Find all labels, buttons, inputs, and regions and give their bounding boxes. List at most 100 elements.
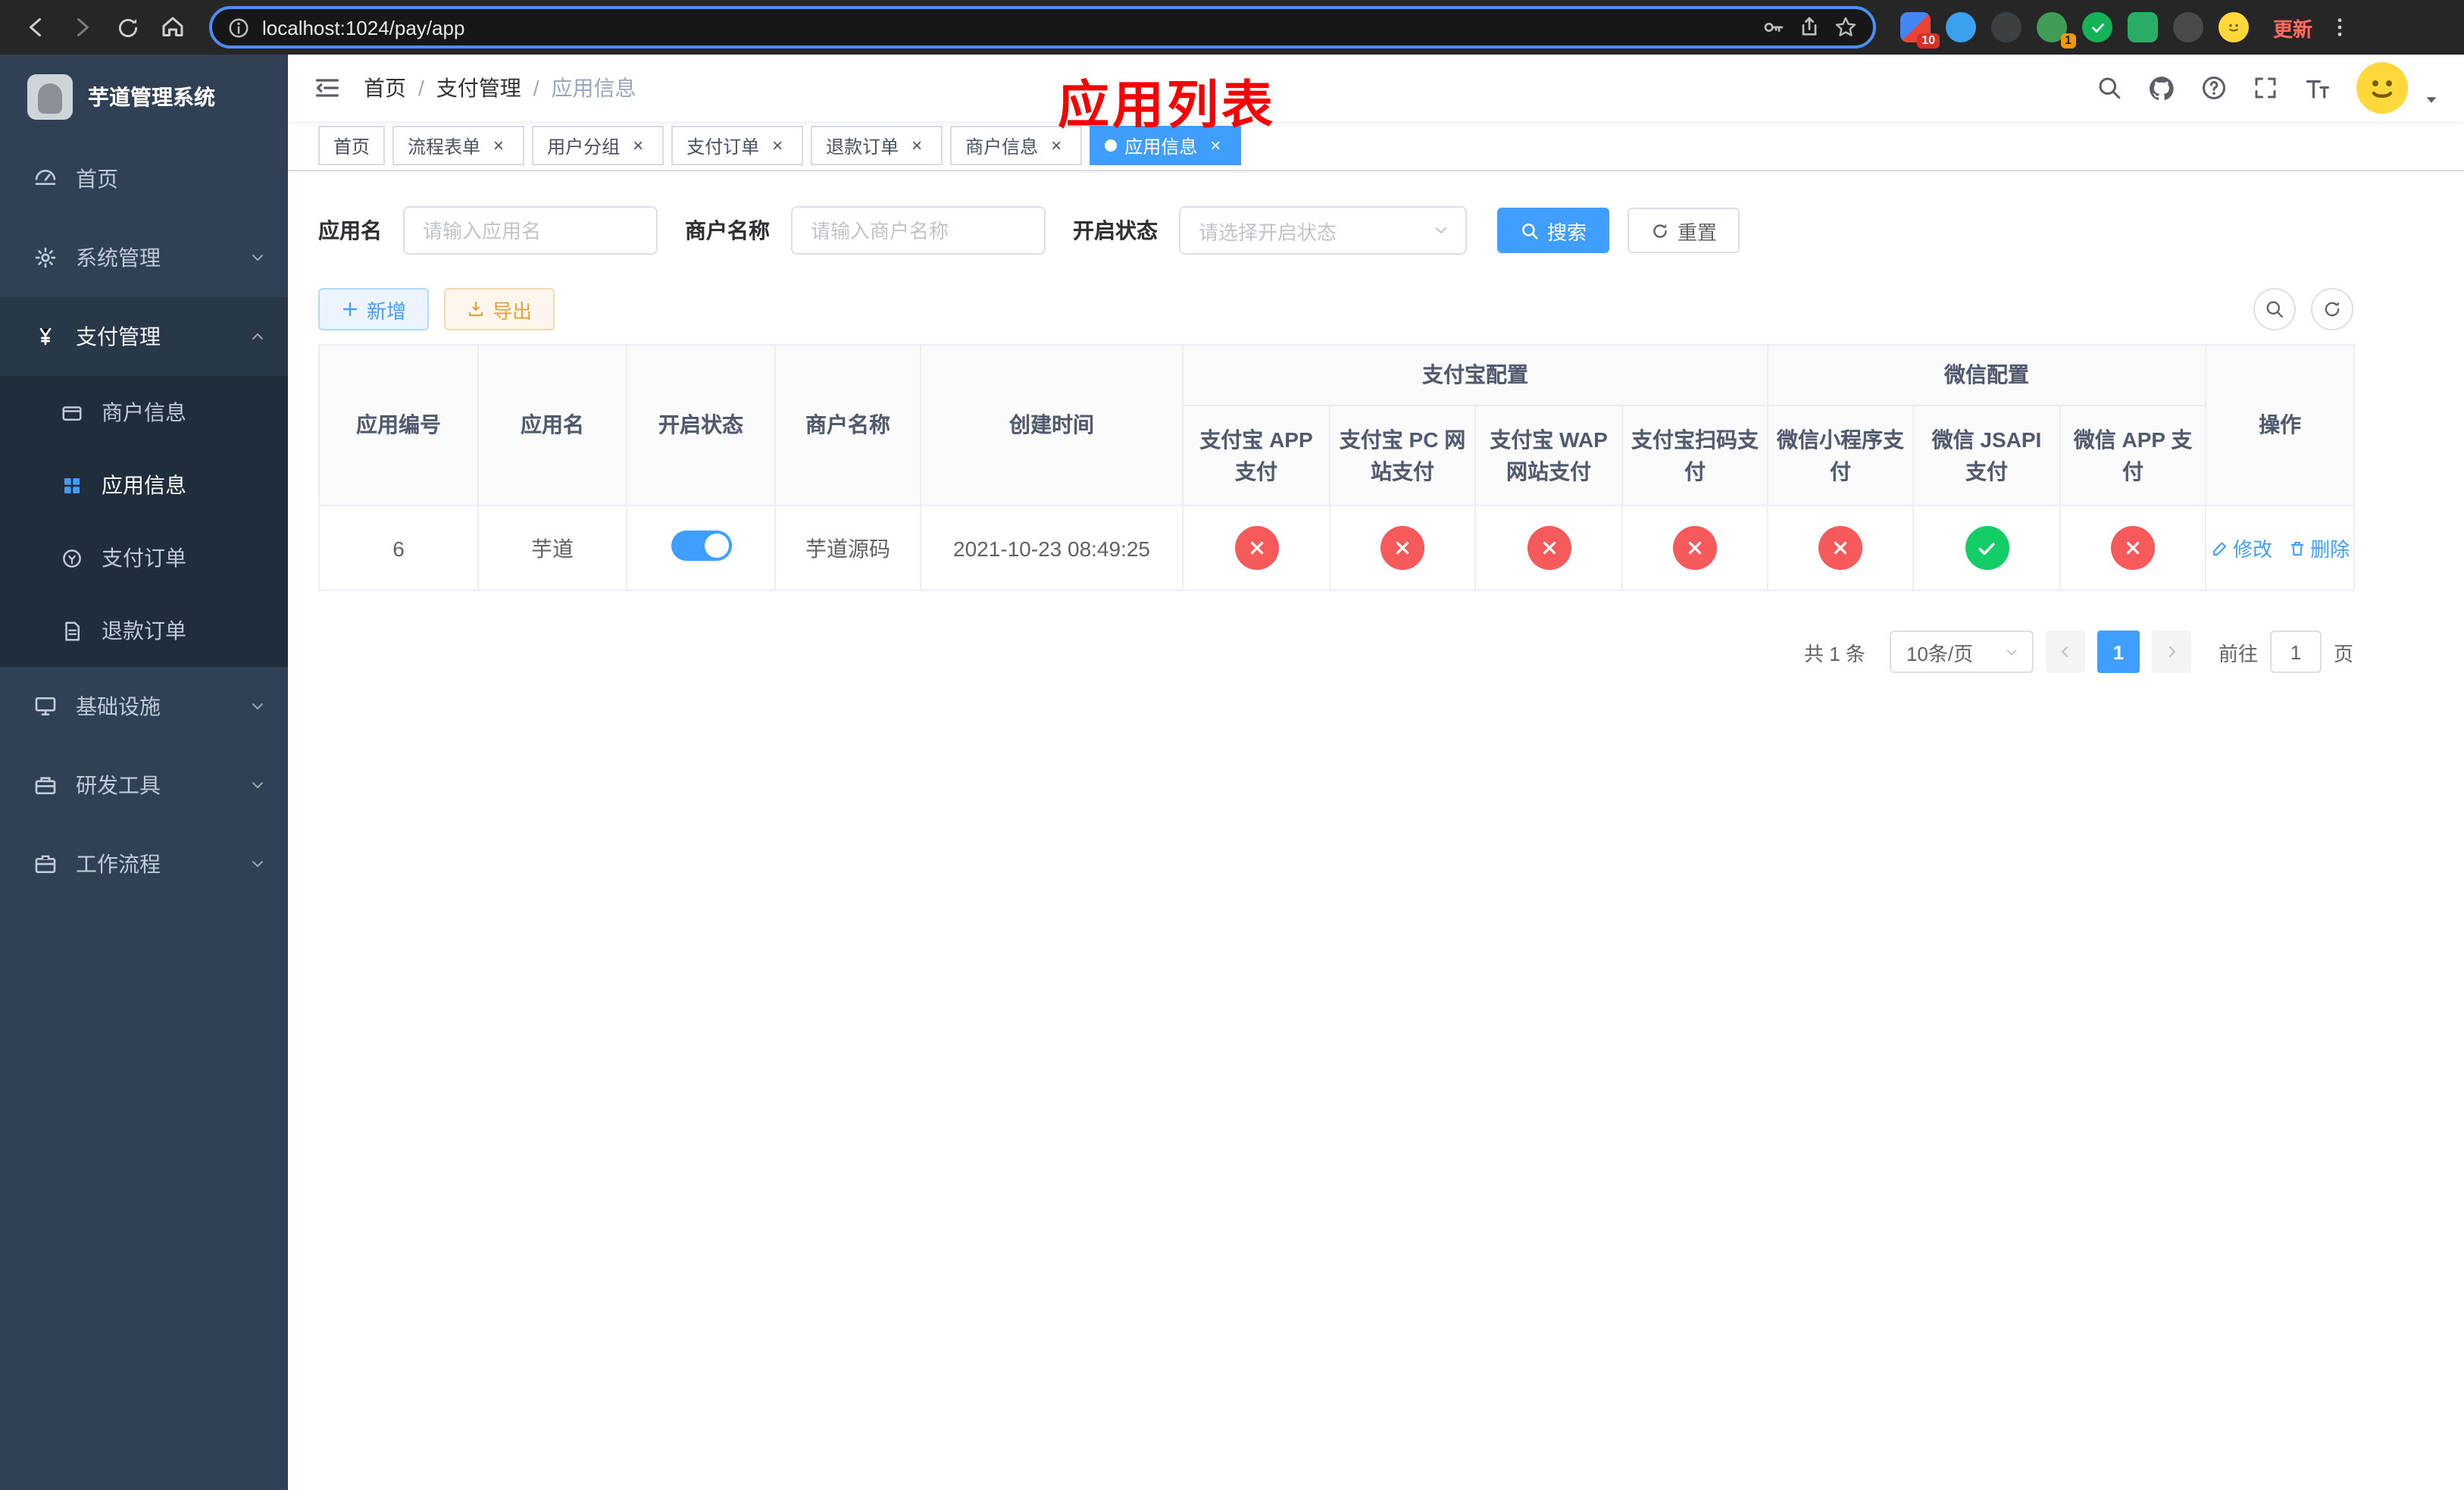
- url-text[interactable]: localhost:1024/pay/app: [262, 16, 1749, 39]
- address-bar[interactable]: localhost:1024/pay/app: [209, 6, 1876, 49]
- site-info-icon[interactable]: [227, 16, 250, 39]
- extension-avatar-icon[interactable]: 1: [2037, 12, 2076, 49]
- share-icon[interactable]: [1797, 15, 1821, 39]
- refresh-button[interactable]: [2311, 288, 2353, 330]
- app-table: 应用编号 应用名 开启状态 商户名称 创建时间 支付宝配置 微信配置 操作 支付…: [318, 344, 2356, 591]
- enabled-icon: [1965, 526, 2009, 570]
- tab-process-form[interactable]: 流程表单 ×: [392, 126, 525, 165]
- sidebar-item-merchant-info[interactable]: 商户信息: [0, 376, 288, 449]
- sidebar-item-home[interactable]: 首页: [0, 139, 288, 218]
- sidebar-item-pay-order[interactable]: 支付订单: [0, 521, 288, 594]
- export-button[interactable]: 导出: [444, 288, 555, 330]
- col-wechat-jsapi: 微信 JSAPI 支付: [1912, 405, 2061, 506]
- extension-knot-icon[interactable]: [2173, 12, 2203, 42]
- app-name-input[interactable]: [403, 206, 658, 255]
- header-search-icon[interactable]: [2096, 74, 2123, 102]
- prev-page-button[interactable]: [2045, 631, 2085, 673]
- edit-link[interactable]: 修改: [2210, 534, 2272, 562]
- page-size-select[interactable]: 10条/页: [1889, 631, 2034, 673]
- github-icon[interactable]: [2147, 74, 2176, 102]
- bookmark-star-icon[interactable]: [1834, 15, 1858, 39]
- add-button[interactable]: 新增: [318, 288, 430, 330]
- close-icon[interactable]: ×: [1046, 135, 1067, 156]
- cell-wechat-jsapi: [1912, 505, 2061, 591]
- table-row: 6 芋道 芋道源码 2021-10-23 08:49:25 修改 删除: [318, 505, 2356, 591]
- cell-app-name: 芋道: [477, 505, 627, 591]
- font-size-icon[interactable]: [2303, 74, 2332, 102]
- tab-home[interactable]: 首页: [318, 126, 386, 165]
- col-status: 开启状态: [626, 344, 776, 506]
- close-icon[interactable]: ×: [767, 135, 788, 156]
- sidebar-item-label: 研发工具: [76, 773, 161, 797]
- sidebar-item-devtools[interactable]: 研发工具: [0, 746, 288, 825]
- status-toggle[interactable]: [671, 531, 731, 561]
- status-select[interactable]: 请选择开启状态: [1179, 206, 1467, 255]
- search-button[interactable]: 搜索: [1497, 208, 1610, 253]
- payment-submenu: 商户信息 应用信息 支付订单 退款订单: [0, 376, 288, 667]
- breadcrumb-section[interactable]: 支付管理: [436, 73, 521, 103]
- help-icon[interactable]: [2200, 74, 2228, 102]
- disabled-icon: [1818, 526, 1862, 570]
- reset-button[interactable]: 重置: [1628, 208, 1740, 253]
- trash-icon: [2287, 539, 2306, 557]
- sidebar-item-label: 基础设施: [76, 694, 161, 718]
- pencil-icon: [2210, 539, 2228, 557]
- sidebar-item-refund-order[interactable]: 退款订单: [0, 594, 288, 667]
- tab-pay-order[interactable]: 支付订单 ×: [671, 126, 804, 165]
- extension-badge: 10: [1917, 33, 1940, 49]
- delete-link[interactable]: 删除: [2287, 534, 2350, 562]
- breadcrumb-home[interactable]: 首页: [364, 73, 406, 103]
- home-icon[interactable]: [152, 6, 194, 49]
- merchant-name-input[interactable]: [791, 206, 1046, 255]
- sidebar-item-infrastructure[interactable]: 基础设施: [0, 667, 288, 746]
- extension-drop-icon[interactable]: [1946, 12, 1976, 42]
- sidebar-item-app-info[interactable]: 应用信息: [0, 449, 288, 521]
- browser-update-button[interactable]: 更新: [2273, 13, 2312, 42]
- password-key-icon[interactable]: [1761, 15, 1785, 39]
- sidebar-item-payment[interactable]: 支付管理: [0, 297, 288, 376]
- extension-check-icon[interactable]: [2082, 12, 2112, 42]
- chevron-down-icon: [249, 855, 267, 873]
- disabled-icon: [1527, 526, 1571, 570]
- extensions-area: 10 1: [1900, 12, 2249, 49]
- close-icon[interactable]: ×: [627, 135, 649, 156]
- page-number-button[interactable]: 1: [2097, 631, 2140, 673]
- tab-label: 流程表单: [408, 136, 481, 157]
- close-icon[interactable]: ×: [488, 135, 509, 156]
- next-page-button[interactable]: [2151, 631, 2191, 673]
- fullscreen-icon[interactable]: [2252, 74, 2279, 102]
- sidebar-item-label: 首页: [76, 167, 118, 191]
- sidebar-item-system[interactable]: 系统管理: [0, 218, 288, 297]
- extension-green-icon[interactable]: [2128, 12, 2158, 42]
- toggle-search-button[interactable]: [2253, 288, 2296, 330]
- sidebar-item-workflow[interactable]: 工作流程: [0, 825, 288, 903]
- close-icon[interactable]: ×: [1205, 135, 1226, 156]
- col-alipay-wap: 支付宝 WAP 网站支付: [1474, 405, 1623, 506]
- merchant-name-label: 商户名称: [685, 218, 770, 243]
- col-alipay-app: 支付宝 APP 支付: [1182, 405, 1330, 506]
- reload-icon[interactable]: [106, 6, 149, 49]
- extension-emoji-icon[interactable]: [2219, 12, 2249, 42]
- tab-label: 用户分组: [547, 136, 621, 157]
- sidebar-collapse-icon[interactable]: [312, 73, 342, 103]
- tab-label: 支付订单: [686, 136, 760, 157]
- cell-alipay-pc: [1329, 505, 1476, 591]
- tab-refund-order[interactable]: 退款订单 ×: [811, 126, 943, 165]
- browser-menu-icon[interactable]: [2328, 15, 2352, 39]
- status-select-placeholder: 请选择开启状态: [1199, 221, 1337, 243]
- forward-icon[interactable]: [61, 6, 103, 49]
- gear-icon: [33, 246, 58, 270]
- caret-down-icon[interactable]: [2423, 90, 2440, 107]
- tab-user-group[interactable]: 用户分组 ×: [532, 126, 664, 165]
- user-avatar[interactable]: [2356, 62, 2408, 114]
- search-button-label: 搜索: [1547, 221, 1587, 243]
- export-button-label: 导出: [492, 299, 533, 322]
- document-icon: [61, 619, 83, 642]
- extension-grid-icon[interactable]: 10: [1900, 12, 1940, 49]
- back-icon[interactable]: [15, 6, 58, 49]
- close-icon[interactable]: ×: [906, 135, 927, 156]
- extension-dark-icon[interactable]: [1991, 12, 2022, 42]
- chevron-down-icon: [2003, 643, 2020, 660]
- goto-page-input[interactable]: [2269, 631, 2322, 673]
- col-group-alipay: 支付宝配置: [1182, 344, 1768, 406]
